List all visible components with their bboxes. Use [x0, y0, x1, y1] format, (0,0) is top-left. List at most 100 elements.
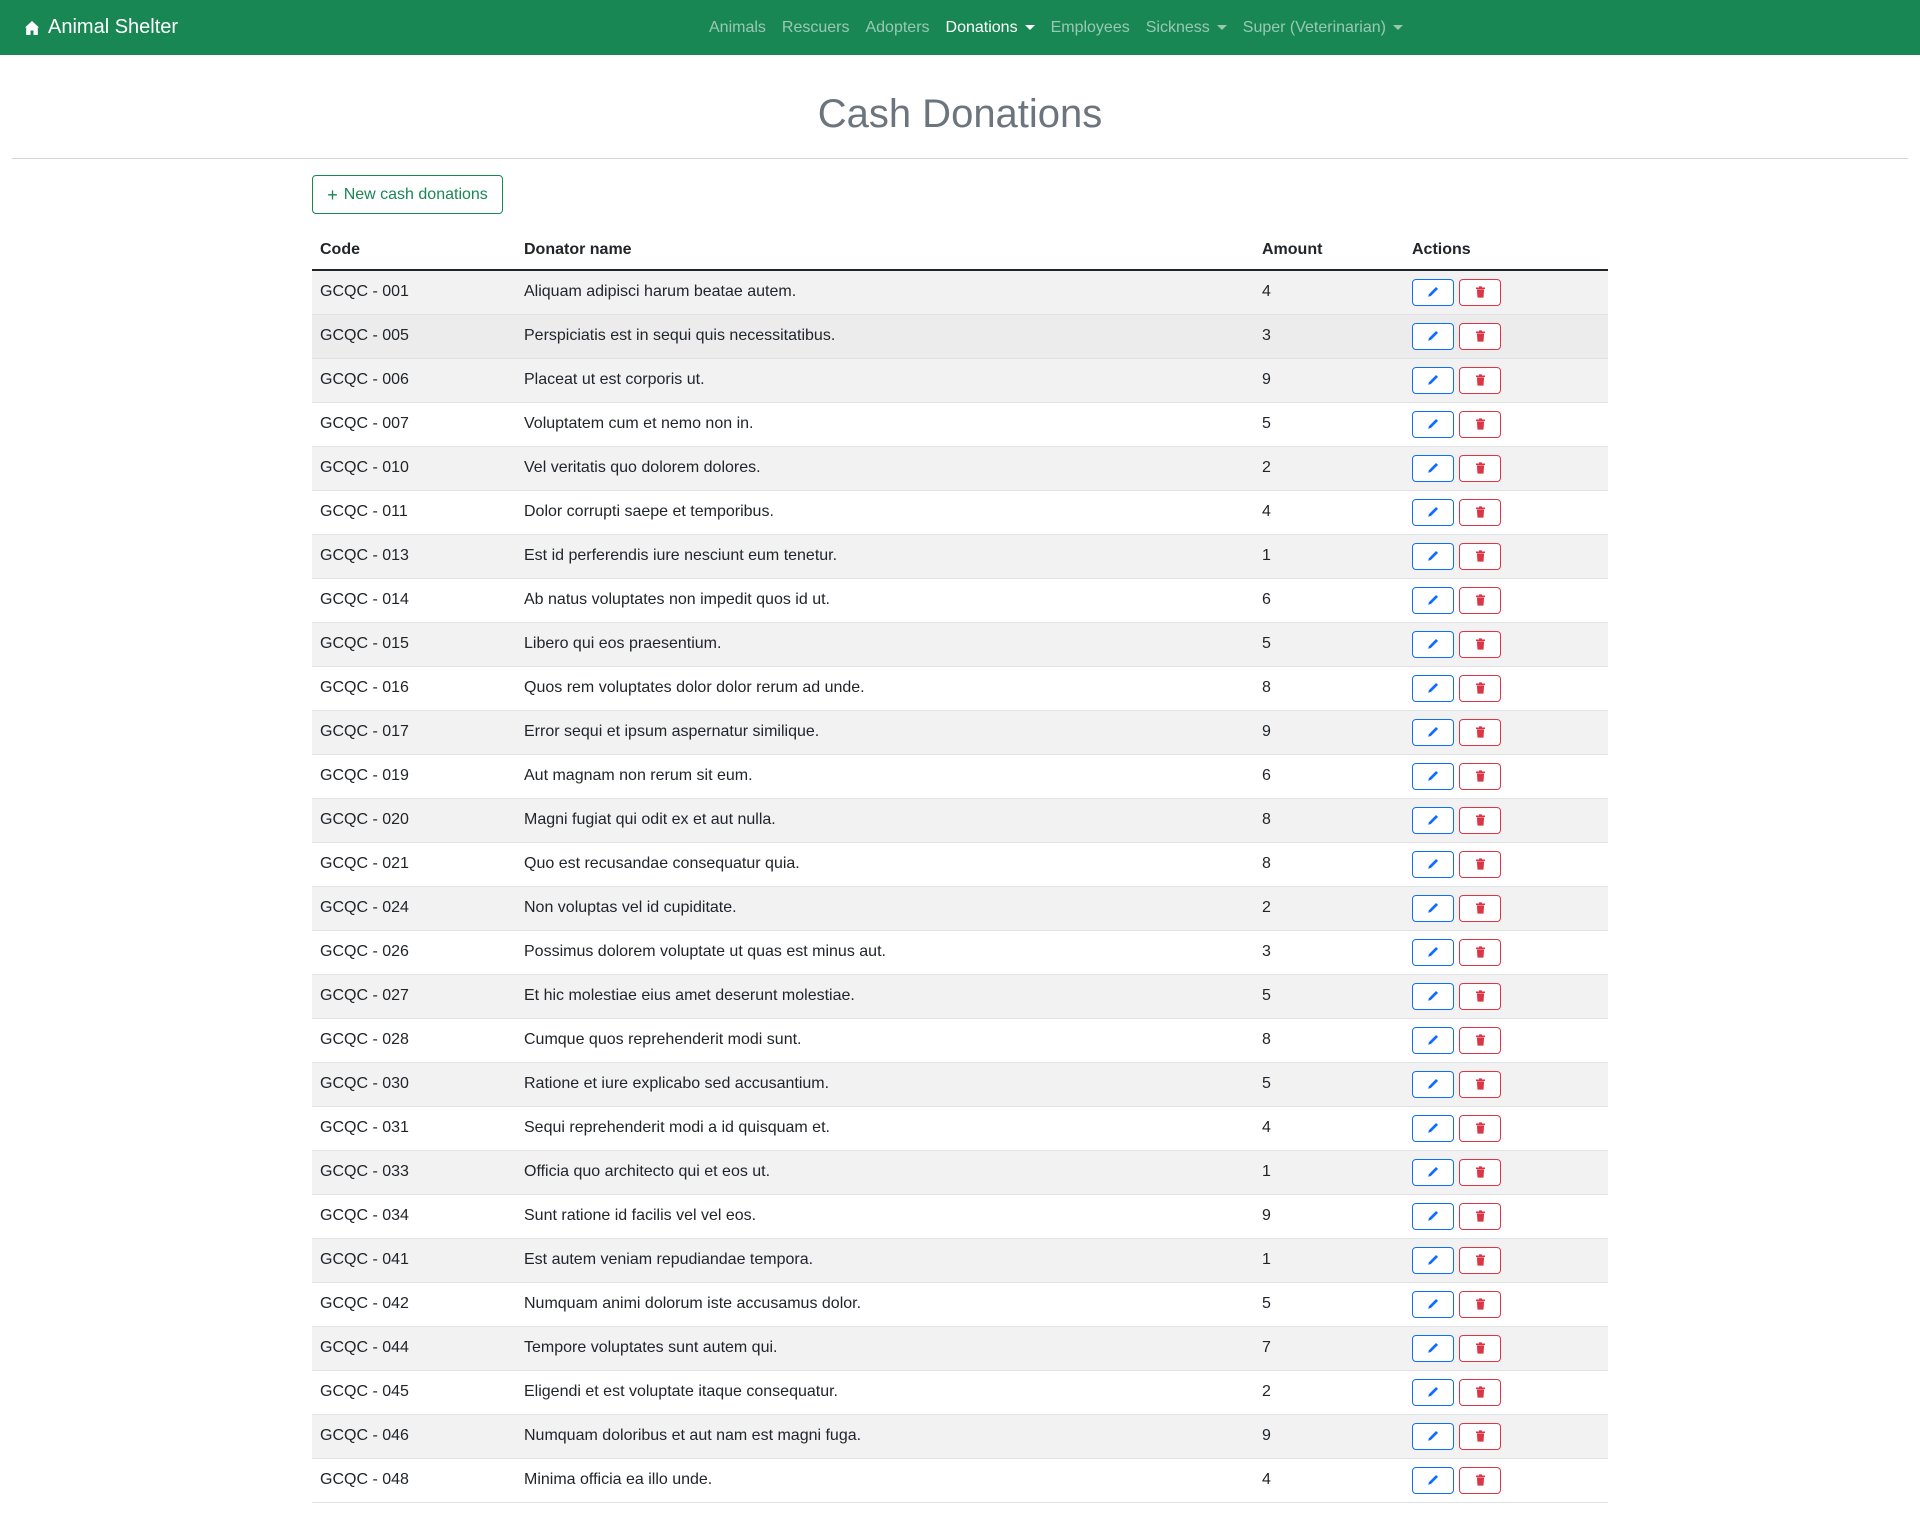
- edit-button[interactable]: [1412, 366, 1454, 394]
- edit-button[interactable]: [1412, 586, 1454, 614]
- donator-cell: Est id perferendis iure nesciunt eum ten…: [516, 534, 1254, 579]
- delete-button[interactable]: [1459, 674, 1501, 702]
- edit-button[interactable]: [1412, 850, 1454, 878]
- donator-cell: Minima officia ea illo unde.: [516, 1458, 1254, 1503]
- edit-button[interactable]: [1412, 1114, 1454, 1142]
- donator-cell: Error sequi et ipsum aspernatur similiqu…: [516, 710, 1254, 755]
- edit-button[interactable]: [1412, 718, 1454, 746]
- table-row: GCQC - 026 Possimus dolorem voluptate ut …: [312, 930, 1608, 975]
- edit-button[interactable]: [1412, 1246, 1454, 1274]
- amount-cell: 4: [1254, 1106, 1404, 1151]
- delete-button[interactable]: [1459, 586, 1501, 614]
- edit-button[interactable]: [1412, 1422, 1454, 1450]
- edit-button[interactable]: [1412, 1466, 1454, 1494]
- delete-button[interactable]: [1459, 806, 1501, 834]
- amount-cell: 5: [1254, 974, 1404, 1019]
- delete-button[interactable]: [1459, 1246, 1501, 1274]
- delete-button[interactable]: [1459, 850, 1501, 878]
- edit-button[interactable]: [1412, 1334, 1454, 1362]
- edit-button[interactable]: [1412, 322, 1454, 350]
- pencil-icon: [1427, 594, 1439, 606]
- edit-button[interactable]: [1412, 982, 1454, 1010]
- delete-button[interactable]: [1459, 498, 1501, 526]
- code-cell: GCQC - 028: [312, 1018, 516, 1063]
- delete-button[interactable]: [1459, 1422, 1501, 1450]
- donations-table: Code Donator name Amount Actions GCQC - …: [312, 230, 1608, 1503]
- edit-button[interactable]: [1412, 454, 1454, 482]
- nav-adopters-link[interactable]: Adopters: [857, 19, 937, 37]
- donator-cell: Officia quo architecto qui et eos ut.: [516, 1150, 1254, 1195]
- code-cell: GCQC - 015: [312, 622, 516, 667]
- actions-group: [1412, 322, 1600, 350]
- edit-button[interactable]: [1412, 498, 1454, 526]
- amount-cell: 5: [1254, 1062, 1404, 1107]
- actions-group: [1412, 1378, 1600, 1406]
- edit-button[interactable]: [1412, 762, 1454, 790]
- nav-employees-link[interactable]: Employees: [1043, 19, 1138, 37]
- nav-animals-link[interactable]: Animals: [701, 19, 774, 37]
- delete-button[interactable]: [1459, 938, 1501, 966]
- actions-group: [1412, 1158, 1600, 1186]
- edit-button[interactable]: [1412, 1378, 1454, 1406]
- actions-cell: [1404, 1150, 1608, 1195]
- new-cash-donation-button[interactable]: + New cash donations: [312, 175, 503, 214]
- delete-button[interactable]: [1459, 322, 1501, 350]
- pencil-icon: [1427, 682, 1439, 694]
- edit-button[interactable]: [1412, 630, 1454, 658]
- actions-group: [1412, 586, 1600, 614]
- edit-button[interactable]: [1412, 542, 1454, 570]
- delete-button[interactable]: [1459, 366, 1501, 394]
- trash-icon: [1475, 1078, 1486, 1090]
- code-cell: GCQC - 007: [312, 402, 516, 447]
- delete-button[interactable]: [1459, 542, 1501, 570]
- actions-group: [1412, 806, 1600, 834]
- delete-button[interactable]: [1459, 894, 1501, 922]
- delete-button[interactable]: [1459, 982, 1501, 1010]
- delete-button[interactable]: [1459, 1070, 1501, 1098]
- edit-button[interactable]: [1412, 1026, 1454, 1054]
- edit-button[interactable]: [1412, 806, 1454, 834]
- delete-button[interactable]: [1459, 762, 1501, 790]
- amount-cell: 5: [1254, 402, 1404, 447]
- edit-button[interactable]: [1412, 278, 1454, 306]
- pencil-icon: [1427, 638, 1439, 650]
- trash-icon: [1475, 902, 1486, 914]
- edit-button[interactable]: [1412, 938, 1454, 966]
- edit-button[interactable]: [1412, 1158, 1454, 1186]
- nav-rescuers-link[interactable]: Rescuers: [774, 19, 858, 37]
- delete-button[interactable]: [1459, 1378, 1501, 1406]
- code-cell: GCQC - 016: [312, 666, 516, 711]
- brand-link[interactable]: Animal Shelter: [24, 0, 178, 55]
- delete-button[interactable]: [1459, 1290, 1501, 1318]
- delete-button[interactable]: [1459, 1158, 1501, 1186]
- delete-button[interactable]: [1459, 630, 1501, 658]
- nav-sickness-link[interactable]: Sickness: [1138, 19, 1235, 37]
- pencil-icon: [1427, 462, 1439, 474]
- delete-button[interactable]: [1459, 1466, 1501, 1494]
- delete-button[interactable]: [1459, 1334, 1501, 1362]
- delete-button[interactable]: [1459, 1202, 1501, 1230]
- nav-super-link[interactable]: Super (Veterinarian): [1235, 19, 1411, 37]
- pencil-icon: [1427, 858, 1439, 870]
- delete-button[interactable]: [1459, 410, 1501, 438]
- trash-icon: [1475, 638, 1486, 650]
- nav-donations-link[interactable]: Donations: [938, 19, 1043, 37]
- table-row: GCQC - 011 Dolor corrupti saepe et tempor…: [312, 490, 1608, 535]
- edit-button[interactable]: [1412, 894, 1454, 922]
- edit-button[interactable]: [1412, 1070, 1454, 1098]
- delete-button[interactable]: [1459, 278, 1501, 306]
- delete-button[interactable]: [1459, 1026, 1501, 1054]
- actions-cell: [1404, 842, 1608, 887]
- edit-button[interactable]: [1412, 674, 1454, 702]
- pencil-icon: [1427, 1254, 1439, 1266]
- code-cell: GCQC - 027: [312, 974, 516, 1019]
- pencil-icon: [1427, 418, 1439, 430]
- edit-button[interactable]: [1412, 410, 1454, 438]
- delete-button[interactable]: [1459, 454, 1501, 482]
- edit-button[interactable]: [1412, 1202, 1454, 1230]
- delete-button[interactable]: [1459, 1114, 1501, 1142]
- nav-link-label: Donations: [945, 18, 1018, 36]
- trash-icon: [1475, 594, 1486, 606]
- edit-button[interactable]: [1412, 1290, 1454, 1318]
- delete-button[interactable]: [1459, 718, 1501, 746]
